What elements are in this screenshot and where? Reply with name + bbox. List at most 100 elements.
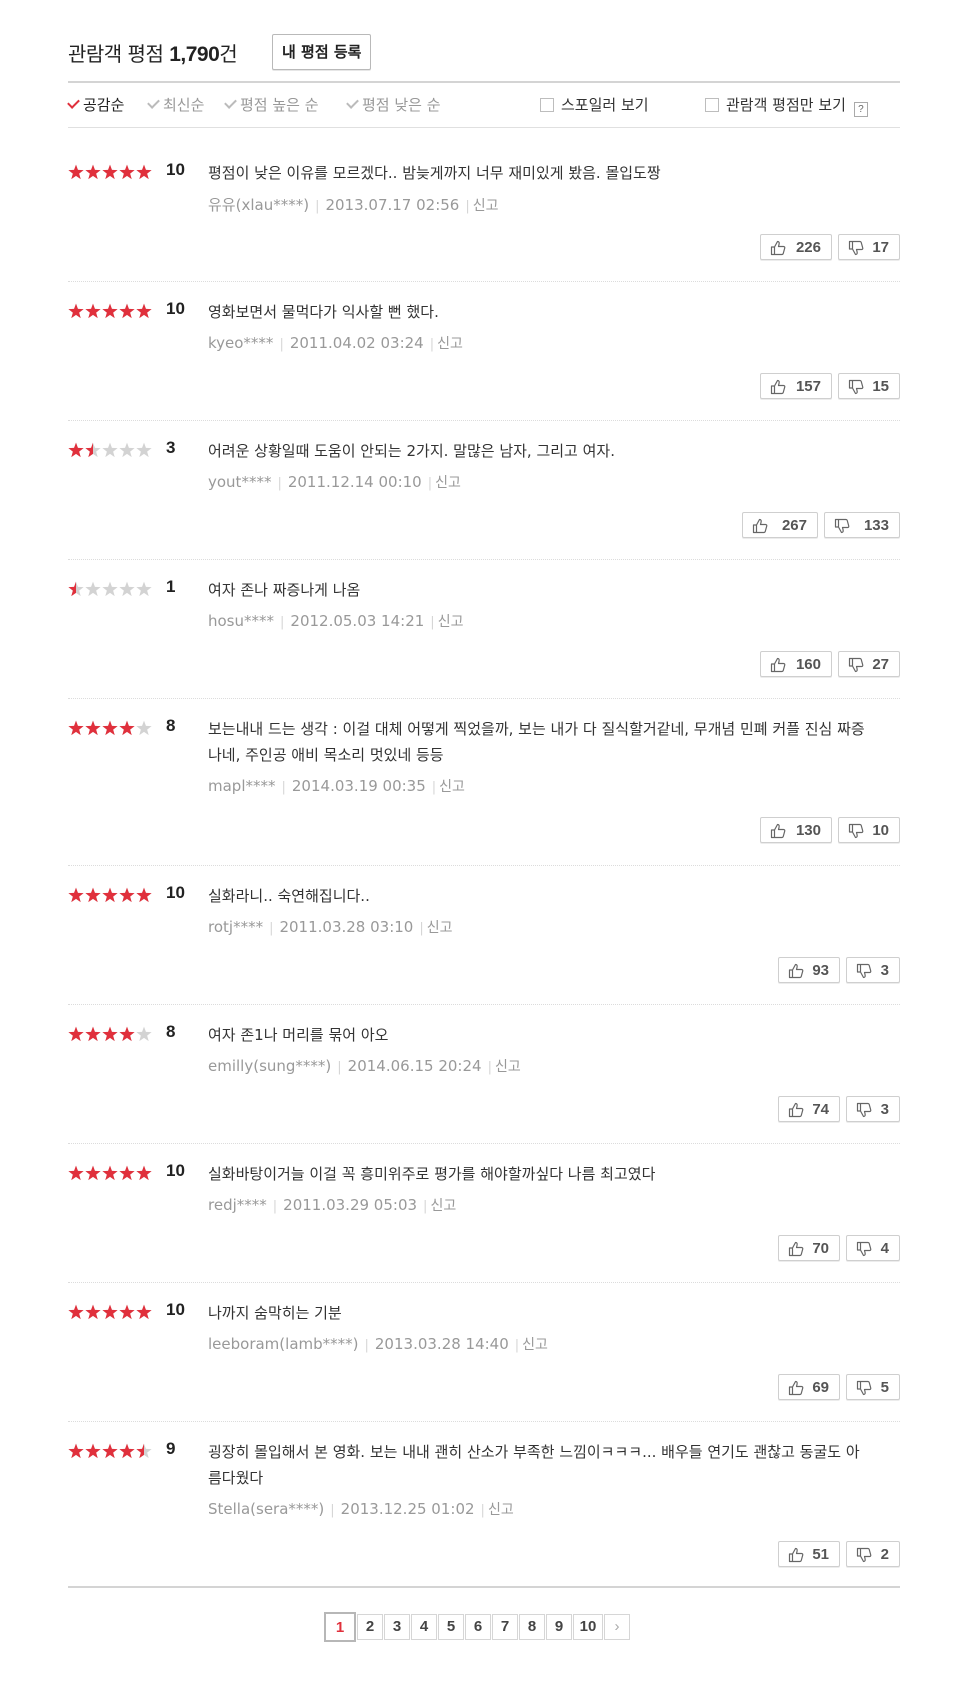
review-user[interactable]: kyeo****: [208, 334, 273, 352]
review-meta: kyeo**** | 2011.04.02 03:24 | 신고: [208, 333, 463, 353]
dislike-button[interactable]: 133: [824, 512, 900, 538]
list-bottom-divider: [68, 1586, 900, 1588]
dislike-button[interactable]: 15: [838, 373, 900, 399]
review-text: 영화보면서 물먹다가 익사할 뻔 했다.: [208, 303, 439, 321]
dislike-button[interactable]: 10: [838, 817, 900, 843]
star-icon: [136, 303, 152, 319]
report-link[interactable]: 신고: [495, 1059, 521, 1075]
sort-tab-low[interactable]: 평점 낮은 순: [346, 94, 441, 115]
review-item: 10 평점이 낮은 이유를 모르겠다.. 밤늦게까지 너무 재미있게 봤음. 몰입…: [68, 160, 900, 264]
check-icon: [224, 96, 237, 109]
star-icon: [102, 1026, 118, 1042]
dislike-button[interactable]: 5: [846, 1374, 900, 1400]
star-icon: [119, 720, 135, 736]
spoiler-checkbox[interactable]: [540, 98, 554, 112]
audience-only-checkbox[interactable]: [705, 98, 719, 112]
meta-separator: |: [480, 1503, 485, 1518]
vote-buttons: 69 5: [778, 1374, 900, 1402]
page-link[interactable]: 8: [519, 1614, 545, 1640]
review-user[interactable]: emilly(sung****): [208, 1057, 331, 1075]
sort-tab-latest[interactable]: 최신순: [147, 94, 205, 115]
page-link[interactable]: 2: [357, 1614, 383, 1640]
report-link[interactable]: 신고: [430, 1198, 456, 1214]
meta-separator: |: [419, 921, 424, 936]
next-page-icon[interactable]: ›: [604, 1614, 630, 1640]
like-button[interactable]: 93: [778, 957, 840, 983]
page-link[interactable]: 10: [573, 1614, 603, 1640]
page-link[interactable]: 7: [492, 1614, 518, 1640]
dislike-button[interactable]: 17: [838, 234, 900, 260]
review-user[interactable]: leeboram(lamb****): [208, 1335, 359, 1353]
review-item: 9 굉장히 몰입해서 본 영화. 보는 내내 괜히 산소가 부족한 느낌이ㅋㅋㅋ.…: [68, 1439, 900, 1571]
dislike-button[interactable]: 2: [846, 1541, 900, 1567]
review-user[interactable]: 유유(xlau****): [208, 196, 309, 214]
star-icon: [102, 164, 118, 180]
review-score: 10: [166, 1161, 185, 1180]
review-divider: [68, 420, 900, 421]
review-date: 2014.03.19 00:35: [291, 777, 426, 795]
sort-tab-likes[interactable]: 공감순: [67, 94, 124, 115]
review-user[interactable]: redj****: [208, 1196, 267, 1214]
star-icon: [85, 720, 101, 736]
page-link[interactable]: 5: [438, 1614, 464, 1640]
like-button[interactable]: 130: [760, 817, 832, 843]
spoiler-filter[interactable]: 스포일러 보기: [540, 94, 649, 115]
review-item: 3 어려운 상황일때 도움이 안되는 2가지. 말많은 남자, 그리고 여자. yo…: [68, 438, 900, 542]
sort-tab-label: 최신순: [163, 96, 205, 114]
star-icon: [119, 1304, 135, 1320]
like-button[interactable]: 226: [760, 234, 832, 260]
like-button[interactable]: 160: [760, 651, 832, 677]
review-user[interactable]: Stella(sera****): [208, 1500, 324, 1518]
meta-separator: |: [514, 1338, 520, 1353]
report-link[interactable]: 신고: [522, 1337, 548, 1353]
meta-separator: |: [337, 1060, 342, 1075]
meta-separator: |: [330, 1503, 335, 1518]
dislike-button[interactable]: 3: [846, 957, 900, 983]
review-score: 10: [166, 1300, 185, 1319]
like-button[interactable]: 74: [778, 1096, 840, 1122]
page-link[interactable]: 4: [411, 1614, 437, 1640]
meta-separator: |: [429, 337, 435, 352]
dislike-button[interactable]: 27: [838, 651, 900, 677]
star-rating: [68, 581, 208, 599]
star-icon: [136, 720, 152, 736]
like-button[interactable]: 70: [778, 1235, 840, 1261]
like-button[interactable]: 157: [760, 373, 832, 399]
header-divider: [68, 81, 900, 83]
star-icon: [136, 1026, 152, 1042]
review-user[interactable]: hosu****: [208, 612, 274, 630]
star-icon: [85, 442, 101, 458]
like-button[interactable]: 267: [742, 512, 818, 538]
review-meta: leeboram(lamb****) | 2013.03.28 14:40 | 신고: [208, 1334, 548, 1354]
review-user[interactable]: mapl****: [208, 777, 276, 795]
audience-only-filter[interactable]: 관람객 평점만 보기?: [705, 94, 868, 117]
star-icon: [102, 581, 118, 597]
review-meta: Stella(sera****) | 2013.12.25 01:02 | 신고: [208, 1499, 514, 1519]
page-link[interactable]: 6: [465, 1614, 491, 1640]
page-link[interactable]: 9: [546, 1614, 572, 1640]
register-rating-button[interactable]: 내 평점 등록: [272, 34, 372, 70]
report-link[interactable]: 신고: [488, 1502, 514, 1518]
page-current[interactable]: 1: [324, 1612, 356, 1642]
review-user[interactable]: yout****: [208, 473, 271, 491]
dislike-button[interactable]: 4: [846, 1235, 900, 1261]
like-button[interactable]: 69: [778, 1374, 840, 1400]
dislike-button[interactable]: 3: [846, 1096, 900, 1122]
star-icon: [136, 1443, 152, 1459]
like-button[interactable]: 51: [778, 1541, 840, 1567]
page-link[interactable]: 3: [384, 1614, 410, 1640]
report-link[interactable]: 신고: [473, 198, 499, 214]
report-link[interactable]: 신고: [427, 920, 453, 936]
star-icon: [102, 720, 118, 736]
help-icon[interactable]: ?: [853, 102, 868, 117]
review-user[interactable]: rotj****: [208, 918, 263, 936]
dislike-count: 2: [880, 1546, 889, 1563]
review-divider: [68, 1282, 900, 1283]
report-link[interactable]: 신고: [435, 475, 461, 491]
report-link[interactable]: 신고: [438, 614, 464, 630]
report-link[interactable]: 신고: [439, 779, 465, 795]
sort-tab-high[interactable]: 평점 높은 순: [224, 94, 319, 115]
report-link[interactable]: 신고: [437, 336, 463, 352]
review-date: 2012.05.03 14:21: [290, 612, 425, 630]
meta-separator: |: [280, 615, 285, 630]
